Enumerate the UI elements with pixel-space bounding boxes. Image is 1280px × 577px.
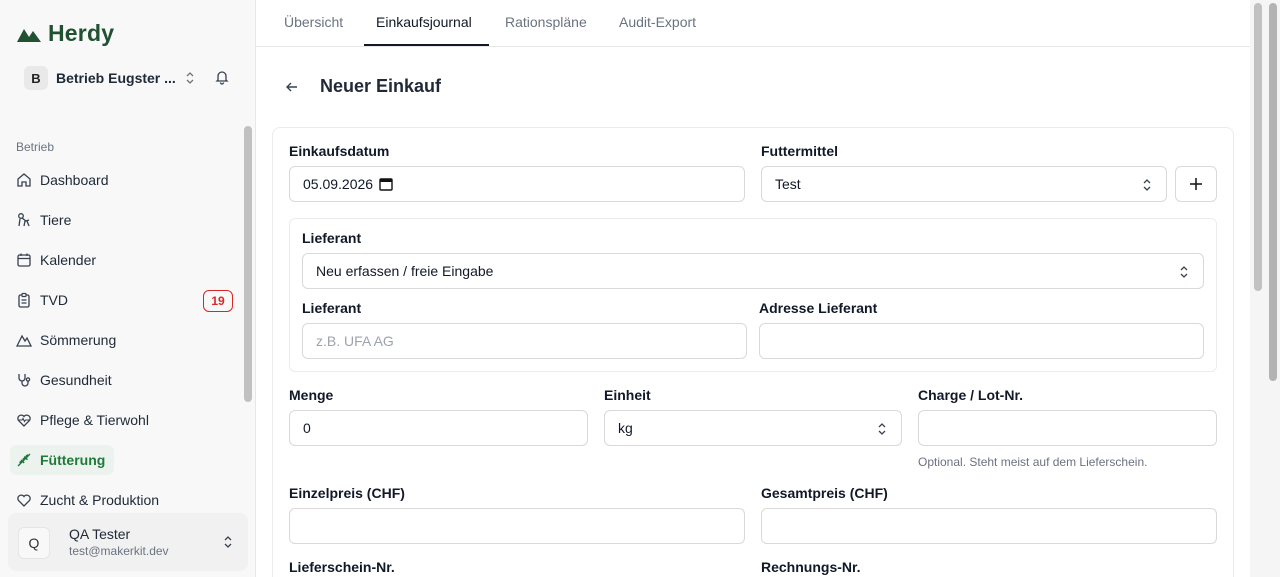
lieferant-select-label: Lieferant — [302, 230, 362, 246]
user-menu[interactable]: Q QA Tester test@makerkit.dev — [8, 513, 248, 571]
clipboard-icon — [16, 292, 32, 308]
tab-einkaufsjournal[interactable]: Einkaufsjournal — [376, 14, 472, 30]
app-logo[interactable]: Herdy — [16, 20, 114, 47]
charge-hint: Optional. Steht meist auf dem Liefersche… — [918, 455, 1148, 469]
heart-icon — [16, 492, 32, 508]
org-switcher[interactable]: B Betrieb Eugster ... — [24, 64, 236, 92]
sidebar-item-pflege[interactable]: Pflege & Tierwohl — [8, 400, 240, 440]
chevron-up-down-icon — [877, 422, 887, 439]
sidebar-nav: Dashboard Tiere Kalender TVD 19 Sömmerun… — [8, 160, 240, 520]
sidebar-item-tiere[interactable]: Tiere — [8, 200, 240, 240]
content-scrollbar[interactable] — [1254, 3, 1262, 291]
sidebar-section-label: Betrieb — [16, 140, 55, 154]
sidebar-item-tvd[interactable]: TVD 19 — [8, 280, 240, 320]
active-tab-indicator — [364, 44, 489, 46]
tab-bar: Übersicht Einkaufsjournal Rationspläne A… — [256, 0, 1250, 47]
gesamtpreis-label: Gesamtpreis (CHF) — [761, 485, 888, 501]
tab-rationsplaene[interactable]: Rationspläne — [505, 14, 587, 30]
tvd-count-badge: 19 — [203, 290, 233, 312]
calendar-icon[interactable] — [379, 177, 393, 191]
tab-uebersicht[interactable]: Übersicht — [284, 14, 343, 30]
einzelpreis-input[interactable] — [289, 508, 745, 544]
sidebar-item-label: Dashboard — [40, 172, 109, 188]
heart-pulse-icon — [16, 412, 32, 428]
chevron-up-down-icon — [1179, 265, 1189, 282]
menge-input[interactable]: 0 — [289, 410, 588, 446]
mountain-icon — [16, 332, 32, 348]
lieferant-select-value: Neu erfassen / freie Eingabe — [316, 263, 494, 279]
plus-icon — [1190, 178, 1202, 190]
charge-input[interactable] — [918, 410, 1217, 446]
page-title: Neuer Einkauf — [320, 76, 442, 96]
lieferant-placeholder: z.B. UFA AG — [316, 333, 394, 349]
menge-label: Menge — [289, 387, 334, 403]
lieferant-select[interactable]: Neu erfassen / freie Eingabe — [302, 253, 1204, 289]
wheat-icon — [16, 452, 32, 468]
einkaufsdatum-input[interactable]: 05.09.2026 — [289, 166, 745, 202]
sidebar-item-soemmerung[interactable]: Sömmerung — [8, 320, 240, 360]
sidebar-scrollbar[interactable] — [244, 126, 252, 402]
calendar-icon — [16, 252, 32, 268]
sidebar-item-label: Zucht & Produktion — [40, 492, 160, 508]
futtermittel-value: Test — [775, 176, 801, 192]
rechnung-label: Rechnungs-Nr. — [761, 559, 861, 575]
sidebar-item-label: Pflege & Tierwohl — [40, 412, 149, 428]
einkaufsdatum-value: 05.09.2026 — [303, 176, 374, 192]
einheit-select[interactable]: kg — [604, 410, 902, 446]
user-email: test@makerkit.dev — [69, 544, 169, 558]
tab-audit-export[interactable]: Audit-Export — [619, 14, 696, 30]
einzelpreis-label: Einzelpreis (CHF) — [289, 485, 405, 501]
lieferant-input[interactable]: z.B. UFA AG — [302, 323, 747, 359]
sidebar-item-gesundheit[interactable]: Gesundheit — [8, 360, 240, 400]
sidebar: Herdy B Betrieb Eugster ... Betrieb Dash… — [0, 0, 256, 577]
chevron-up-down-icon — [1142, 178, 1152, 195]
page-scrollbar[interactable] — [1269, 3, 1277, 381]
sidebar-item-label: TVD — [40, 292, 68, 308]
bell-icon[interactable] — [214, 69, 230, 90]
lieferant-input-label: Lieferant — [302, 300, 362, 316]
sidebar-item-label: Kalender — [40, 252, 97, 268]
lieferschein-label: Lieferschein-Nr. — [289, 559, 395, 575]
avatar: Q — [18, 527, 50, 559]
app-name: Herdy — [48, 20, 115, 46]
sidebar-item-fuetterung[interactable]: Fütterung — [8, 440, 240, 480]
add-futtermittel-button[interactable] — [1175, 166, 1217, 202]
einkaufsdatum-label: Einkaufsdatum — [289, 143, 390, 159]
org-name: Betrieb Eugster ... — [56, 70, 176, 86]
chevron-up-down-icon — [184, 71, 196, 85]
einheit-label: Einheit — [604, 387, 651, 403]
home-icon — [16, 172, 32, 188]
sidebar-item-label: Gesundheit — [40, 372, 112, 388]
futtermittel-label: Futtermittel — [761, 143, 838, 159]
mountain-logo-icon — [17, 28, 41, 42]
futtermittel-select[interactable]: Test — [761, 166, 1167, 202]
animal-icon — [16, 212, 32, 228]
sidebar-item-label: Sömmerung — [40, 332, 117, 348]
gesamtpreis-input[interactable] — [761, 508, 1217, 544]
menge-value: 0 — [303, 420, 311, 436]
sidebar-item-label: Tiere — [40, 212, 72, 228]
sidebar-item-kalender[interactable]: Kalender — [8, 240, 240, 280]
einheit-value: kg — [618, 420, 633, 436]
back-arrow-icon[interactable] — [284, 79, 300, 95]
charge-label: Charge / Lot-Nr. — [918, 387, 1024, 403]
stethoscope-icon — [16, 372, 32, 388]
org-avatar: B — [24, 66, 48, 90]
sidebar-item-dashboard[interactable]: Dashboard — [8, 160, 240, 200]
user-name: QA Tester — [69, 526, 131, 542]
sidebar-item-label: Fütterung — [40, 452, 106, 468]
adresse-input[interactable] — [759, 323, 1204, 359]
adresse-label: Adresse Lieferant — [759, 300, 878, 316]
chevron-up-down-icon — [222, 534, 234, 555]
